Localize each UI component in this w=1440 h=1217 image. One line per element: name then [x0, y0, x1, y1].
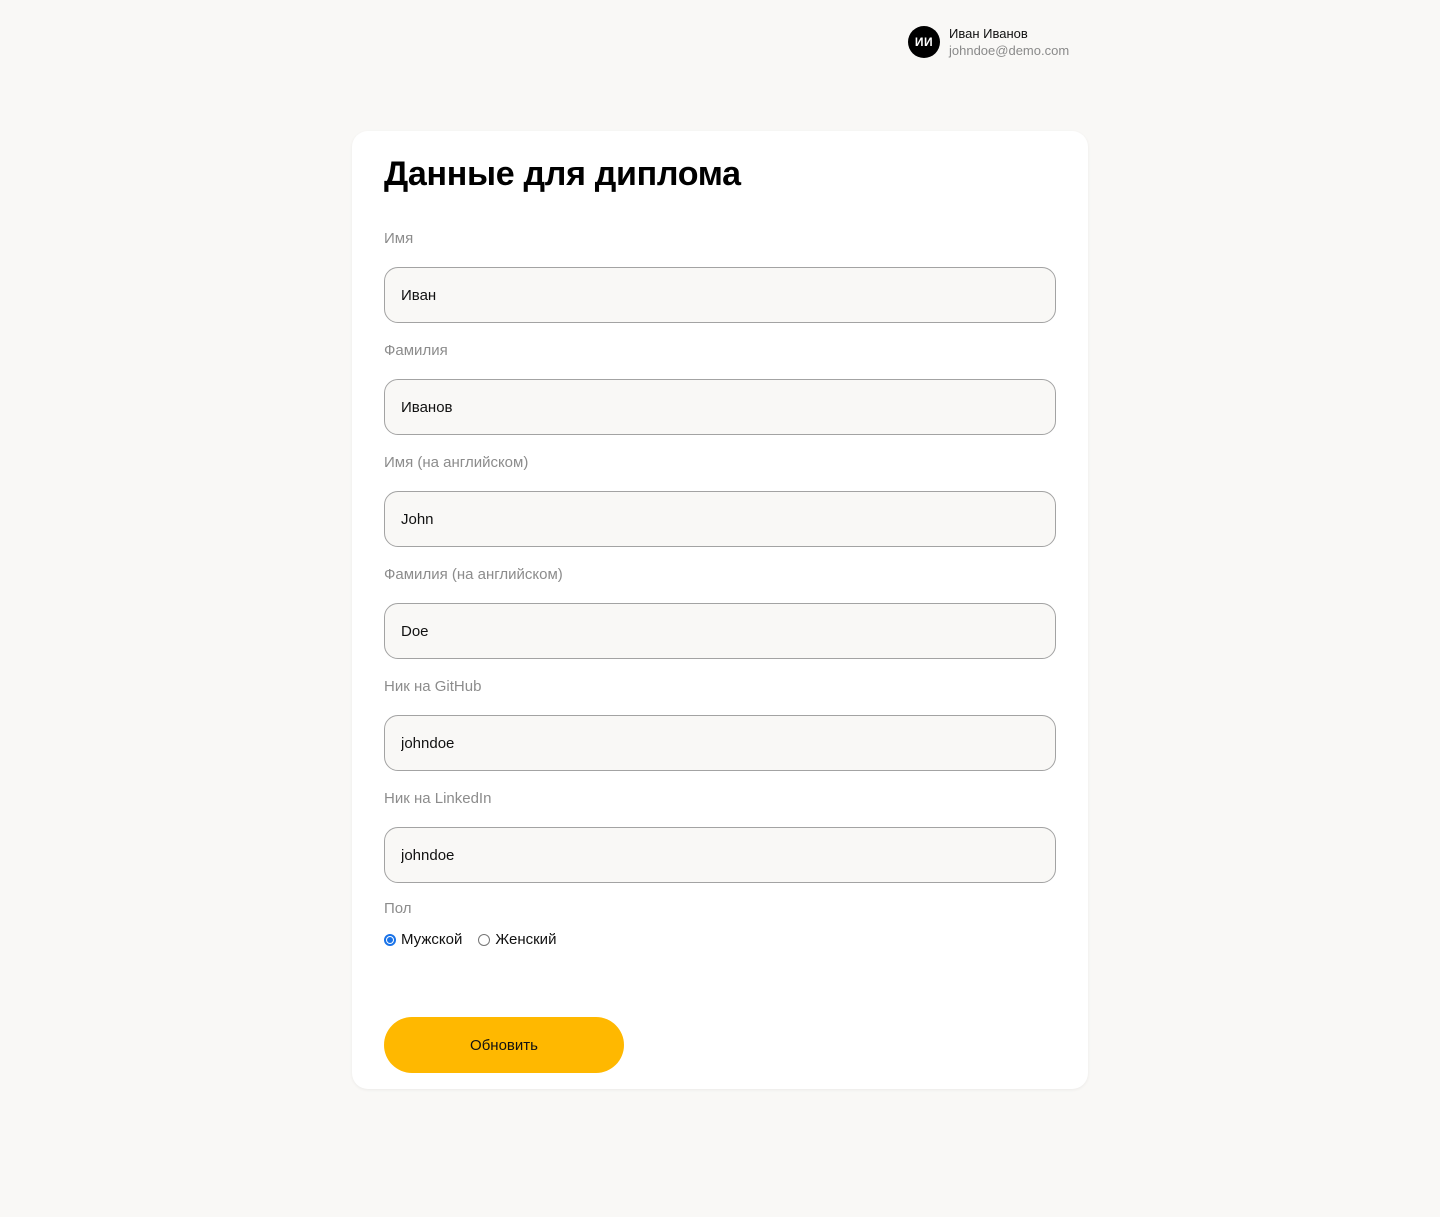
user-name: Иван Иванов — [949, 26, 1028, 41]
last-name-group: Фамилия — [384, 341, 1056, 435]
gender-option-male-label: Мужской — [401, 931, 463, 948]
last-name-en-input[interactable] — [384, 603, 1056, 659]
linkedin-input[interactable] — [384, 827, 1056, 883]
gender-options: Мужской Женский — [384, 931, 572, 948]
update-button[interactable]: Обновить — [384, 1017, 624, 1073]
radio-male[interactable] — [384, 933, 396, 946]
gender-option-male[interactable]: Мужской — [384, 931, 462, 948]
first-name-group: Имя — [384, 229, 1056, 323]
first-name-en-group: Имя (на английском) — [384, 453, 1056, 547]
github-group: Ник на GitHub — [384, 677, 1056, 771]
avatar: ИИ — [908, 26, 940, 58]
user-profile[interactable]: ИИ Иван Иванов johndoe@demo.com — [908, 25, 1069, 59]
first-name-input[interactable] — [384, 267, 1056, 323]
github-input[interactable] — [384, 715, 1056, 771]
user-info: Иван Иванов johndoe@demo.com — [949, 25, 1069, 59]
first-name-en-input[interactable] — [384, 491, 1056, 547]
gender-option-female[interactable]: Женский — [478, 931, 556, 948]
last-name-en-group: Фамилия (на английском) — [384, 565, 1056, 659]
user-email: johndoe@demo.com — [949, 43, 1070, 58]
github-label: Ник на GitHub — [384, 678, 482, 695]
first-name-en-label: Имя (на английском) — [384, 454, 529, 471]
gender-label: Пол — [384, 900, 412, 917]
first-name-label: Имя — [384, 230, 414, 247]
linkedin-group: Ник на LinkedIn — [384, 789, 1056, 883]
last-name-input[interactable] — [384, 379, 1056, 435]
radio-female[interactable] — [478, 933, 491, 946]
linkedin-label: Ник на LinkedIn — [384, 790, 492, 807]
last-name-en-label: Фамилия (на английском) — [384, 566, 563, 583]
gender-group: Пол Мужской Женский — [384, 899, 572, 948]
diploma-form-card: Данные для диплома Имя Фамилия Имя (на а… — [352, 131, 1088, 1089]
page-title: Данные для диплома — [384, 155, 741, 193]
last-name-label: Фамилия — [384, 342, 448, 359]
gender-option-female-label: Женский — [495, 931, 557, 948]
